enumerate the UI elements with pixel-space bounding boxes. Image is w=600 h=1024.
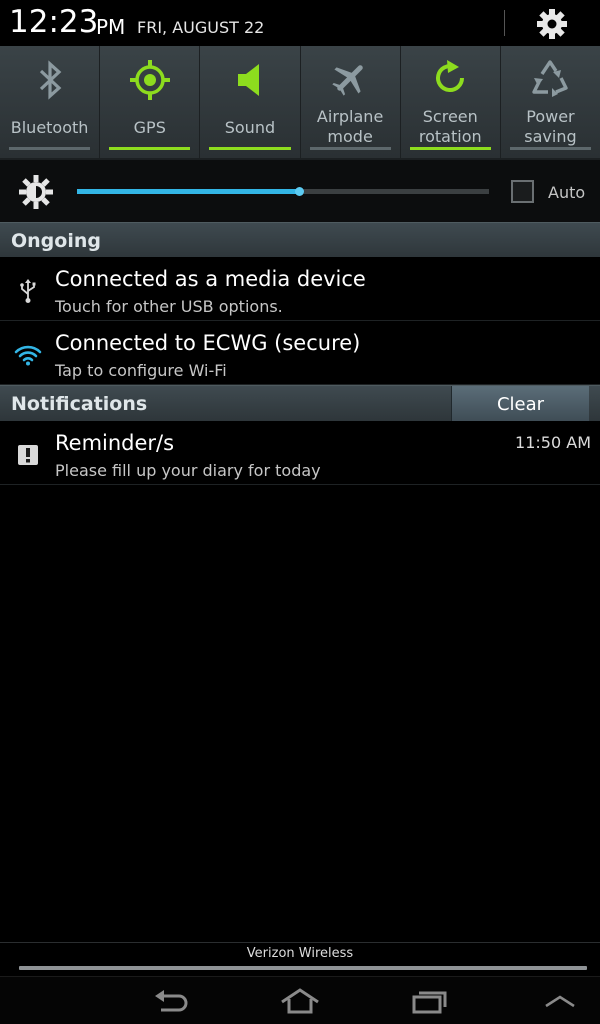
brightness-icon — [19, 175, 53, 209]
toggle-sound[interactable]: Sound — [200, 46, 300, 158]
notification-subtitle: Tap to configure Wi-Fi — [55, 361, 227, 380]
notification-usb[interactable]: Connected as a media device Touch for ot… — [0, 257, 600, 321]
home-button[interactable] — [280, 985, 320, 1017]
toggle-indicator — [309, 147, 391, 150]
notification-reminder[interactable]: Reminder/s Please fill up your diary for… — [0, 421, 600, 485]
toggle-indicator — [509, 147, 592, 150]
status-header: 12:23 PM FRI, AUGUST 22 — [0, 0, 600, 46]
clock-ampm: PM — [96, 15, 126, 39]
toggle-label-line2: saving — [524, 127, 577, 146]
toggle-indicator — [109, 147, 191, 150]
quick-toggles: Bluetooth GPS Sound Airplane mode Screen… — [0, 46, 600, 160]
clock-time: 12:23 — [9, 4, 99, 40]
toggle-airplane-mode[interactable]: Airplane mode — [300, 46, 400, 158]
section-title: Notifications — [11, 393, 148, 415]
notification-time: 11:50 AM — [515, 433, 591, 452]
toggle-power-saving[interactable]: Power saving — [500, 46, 600, 158]
notification-title: Connected as a media device — [55, 267, 366, 291]
gps-icon — [129, 60, 170, 100]
brightness-slider-fill — [77, 189, 299, 194]
notification-subtitle: Please fill up your diary for today — [55, 461, 321, 480]
panel-drag-handle[interactable] — [19, 966, 587, 970]
alert-icon — [18, 445, 38, 465]
airplane-icon — [332, 65, 363, 96]
bluetooth-icon — [39, 60, 61, 100]
brightness-slider-thumb[interactable] — [295, 187, 304, 196]
recent-apps-icon — [412, 991, 447, 1014]
wifi-icon — [14, 345, 42, 366]
usb-icon — [20, 279, 36, 303]
settings-button[interactable] — [535, 7, 569, 41]
back-icon — [155, 990, 188, 1012]
notification-title: Reminder/s — [55, 431, 175, 455]
toggle-indicator — [209, 147, 291, 150]
home-icon — [281, 988, 319, 1014]
navigation-bar — [0, 976, 600, 1024]
brightness-slider[interactable] — [77, 187, 489, 196]
toggle-label-line2: rotation — [418, 127, 482, 146]
toggle-label: Bluetooth — [10, 118, 89, 137]
auto-brightness-checkbox[interactable] — [511, 180, 534, 203]
notifications-header: Notifications Clear — [0, 385, 600, 422]
toggle-label: Airplane — [316, 107, 384, 126]
date-label: FRI, AUGUST 22 — [137, 18, 265, 37]
carrier-divider — [0, 942, 600, 943]
toggle-label: Power — [526, 107, 575, 126]
toggle-screen-rotation[interactable]: Screen rotation — [400, 46, 500, 158]
toggle-label: GPS — [133, 118, 166, 137]
carrier-label: Verizon Wireless — [246, 946, 354, 961]
ongoing-header: Ongoing — [0, 222, 600, 258]
recent-apps-button[interactable] — [410, 985, 450, 1017]
recycle-icon — [532, 60, 569, 97]
toggle-label-line2: mode — [327, 127, 373, 146]
clear-button[interactable]: Clear — [451, 386, 589, 422]
toggle-label: Screen — [422, 107, 478, 126]
back-button[interactable] — [151, 985, 191, 1017]
notification-subtitle: Touch for other USB options. — [55, 297, 283, 316]
toggle-label: Sound — [224, 118, 276, 137]
toggle-gps[interactable]: GPS — [100, 46, 200, 158]
toggle-indicator — [409, 147, 491, 150]
header-divider — [504, 10, 505, 36]
section-title: Ongoing — [11, 230, 101, 252]
gear-icon — [537, 9, 567, 39]
chevron-up-icon — [545, 995, 575, 1008]
toggle-indicator — [9, 147, 91, 150]
toggle-bluetooth[interactable]: Bluetooth — [0, 46, 100, 158]
rotation-icon — [436, 60, 465, 92]
auto-brightness-label: Auto — [548, 183, 586, 202]
notification-title: Connected to ECWG (secure) — [55, 331, 361, 355]
menu-up-button[interactable] — [540, 985, 580, 1017]
sound-icon — [237, 64, 259, 96]
notification-wifi[interactable]: Connected to ECWG (secure) Tap to config… — [0, 321, 600, 385]
